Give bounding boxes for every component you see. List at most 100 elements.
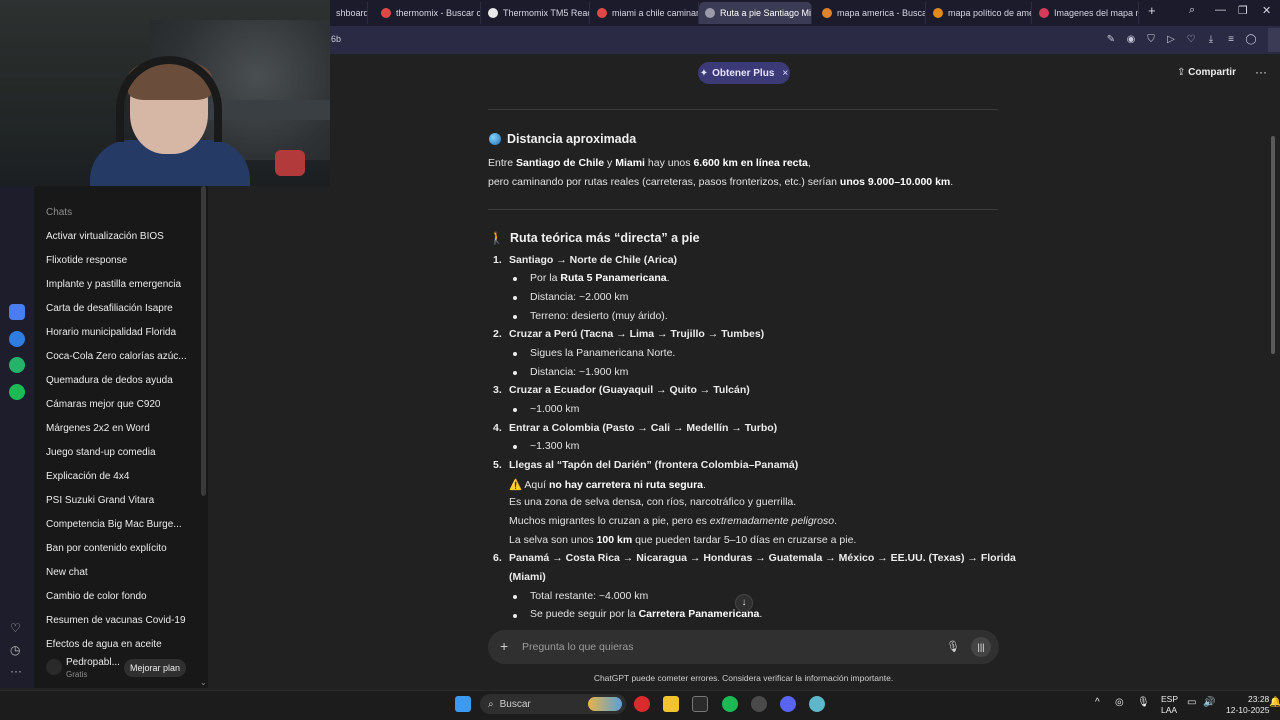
- minimize-icon[interactable]: —: [1215, 4, 1226, 16]
- get-plus-button[interactable]: ✦ Obtener Plus ×: [698, 62, 790, 84]
- attach-plus-icon[interactable]: +: [500, 638, 508, 654]
- tray-icon[interactable]: ◎: [1115, 697, 1124, 708]
- sidebar-chat-item[interactable]: Coca-Cola Zero calorías azúc...: [46, 351, 196, 362]
- more-icon[interactable]: ···: [10, 664, 22, 678]
- tab-dashboard[interactable]: shboard: [330, 2, 368, 24]
- sidebar-chat-item[interactable]: Cambio de color fondo: [46, 591, 196, 602]
- maximize-icon[interactable]: ❐: [1238, 4, 1248, 17]
- play-icon[interactable]: ▷: [1165, 34, 1177, 46]
- tab-label: mapa político de améric: [948, 8, 1031, 18]
- tab-miami-chile[interactable]: miami a chile caminand: [591, 2, 699, 24]
- bullet: [513, 614, 517, 618]
- sidebar-chat-item[interactable]: Competencia Big Mac Burge...: [46, 519, 196, 530]
- bullet: [513, 352, 517, 356]
- list-item-heading: Cruzar a Ecuador (Guayaquil → Quito → Tu…: [509, 384, 750, 396]
- sidebar-chat-item[interactable]: Carta de desafiliación Isapre: [46, 303, 196, 314]
- sidebar-chat-item[interactable]: PSI Suzuki Grand Vitara: [46, 495, 196, 506]
- app-icon[interactable]: [809, 696, 825, 712]
- chevron-up-icon[interactable]: ^: [1095, 697, 1100, 708]
- bullet: [513, 371, 517, 375]
- spotify-icon[interactable]: [9, 384, 25, 400]
- discord-icon[interactable]: [780, 696, 796, 712]
- language-indicator-sub[interactable]: LAA: [1161, 705, 1177, 715]
- share-button[interactable]: ⇪ Compartir: [1177, 67, 1236, 78]
- sidebar-chat-item[interactable]: Implante y pastilla emergencia: [46, 279, 196, 290]
- shield-icon[interactable]: ⛉: [1145, 34, 1157, 46]
- sidebar-chat-item[interactable]: Activar virtualización BIOS: [46, 231, 196, 242]
- voice-mode-icon[interactable]: |||: [971, 637, 991, 657]
- tab-mapa-america[interactable]: mapa america - Buscar c: [816, 2, 926, 24]
- avatar[interactable]: [46, 659, 62, 675]
- list-number: 3.: [493, 384, 502, 396]
- steam-icon[interactable]: [751, 696, 767, 712]
- more-options-button[interactable]: ···: [1255, 65, 1267, 79]
- new-tab-button[interactable]: +: [1148, 3, 1156, 18]
- globe-icon: [489, 133, 501, 145]
- sidebar-chat-item[interactable]: Cámaras mejor que C920: [46, 399, 196, 410]
- close-icon[interactable]: ✕: [1262, 4, 1271, 17]
- clock-time[interactable]: 23:28: [1248, 694, 1269, 704]
- taskbar-search[interactable]: ⌕ Buscar: [480, 694, 626, 714]
- microphone-icon[interactable]: 🎙: [1137, 697, 1150, 708]
- app-icon[interactable]: [9, 304, 25, 320]
- close-plus-icon[interactable]: ×: [782, 68, 788, 79]
- notification-icon[interactable]: 🔔: [1269, 697, 1280, 708]
- webcam-overlay: [0, 0, 330, 186]
- search-tabs-icon[interactable]: ⌕: [1189, 4, 1195, 17]
- edit-icon[interactable]: ✎: [1105, 34, 1117, 46]
- paragraph: Muchos migrantes lo cruzan a pie, pero e…: [509, 515, 838, 527]
- history-icon[interactable]: ◷: [10, 643, 20, 657]
- tab-label: Thermomix TM5 Reacon: [503, 8, 589, 18]
- message-input[interactable]: [522, 638, 922, 656]
- tab-thermomix-search[interactable]: thermomix - Buscar con: [375, 2, 481, 24]
- whatsapp-icon[interactable]: [9, 357, 25, 373]
- list-item-heading: Cruzar a Perú (Tacna → Lima → Trujillo →…: [509, 328, 765, 340]
- spotify-icon[interactable]: [722, 696, 738, 712]
- windows-start-icon[interactable]: [455, 696, 471, 712]
- opera-icon[interactable]: [634, 696, 650, 712]
- download-icon[interactable]: ⤓: [1205, 34, 1217, 46]
- message-composer[interactable]: + 🎙 |||: [488, 630, 999, 664]
- sidebar-chat-item[interactable]: Márgenes 2x2 en Word: [46, 423, 196, 434]
- epic-games-icon[interactable]: [692, 696, 708, 712]
- tab-label: Imagenes del mapa mu: [1054, 8, 1139, 18]
- tab-imagenes-mapa[interactable]: Imagenes del mapa mu: [1033, 2, 1139, 24]
- monitor-icon[interactable]: ▭: [1187, 697, 1196, 708]
- main-scrollbar[interactable]: [1271, 136, 1275, 354]
- profile-icon[interactable]: ◯: [1245, 34, 1257, 46]
- tab-mapa-politico[interactable]: mapa político de améric: [927, 2, 1032, 24]
- list-item: Terreno: desierto (muy árido).: [530, 310, 668, 322]
- heart-icon[interactable]: ♡: [1185, 34, 1197, 46]
- menu-icon[interactable]: ≡: [1225, 34, 1237, 46]
- sidebar-chat-item[interactable]: Efectos de agua en aceite: [46, 639, 196, 650]
- sidebar-chat-item[interactable]: Explicación de 4x4: [46, 471, 196, 482]
- sidebar-chat-item[interactable]: Ban por contenido explícito: [46, 543, 196, 554]
- language-indicator[interactable]: ESP: [1161, 694, 1178, 704]
- sidebar-chat-item[interactable]: Quemadura de dedos ayuda: [46, 375, 196, 386]
- heart-icon[interactable]: ♡: [10, 621, 21, 635]
- bullet: [513, 595, 517, 599]
- scroll-down-arrow-icon[interactable]: ⌄: [200, 678, 207, 687]
- sidebar-chat-item[interactable]: Resumen de vacunas Covid-19: [46, 615, 196, 626]
- sidebar-toggle[interactable]: [1268, 28, 1280, 52]
- camera-icon[interactable]: ◉: [1125, 34, 1137, 46]
- scroll-to-bottom-button[interactable]: ↓: [735, 594, 753, 612]
- list-item-heading: Llegas al “Tapón del Darién” (frontera C…: [509, 459, 799, 471]
- tab-ruta-a-pie[interactable]: Ruta a pie Santiago Miami: [699, 2, 812, 24]
- user-name[interactable]: Pedropabl...: [66, 657, 120, 668]
- messenger-icon[interactable]: [9, 331, 25, 347]
- walking-person-icon: 🚶: [489, 231, 504, 245]
- sidebar-chat-item[interactable]: Flixotide response: [46, 255, 196, 266]
- tab-thermomix-tm5[interactable]: Thermomix TM5 Reacon: [482, 2, 590, 24]
- chats-section-label: Chats: [46, 207, 73, 218]
- file-explorer-icon[interactable]: [663, 696, 679, 712]
- sidebar-chat-item[interactable]: New chat: [46, 567, 196, 578]
- sidebar-chat-item[interactable]: Juego stand-up comedia: [46, 447, 196, 458]
- section-heading-route: 🚶 Ruta teórica más “directa” a pie: [489, 231, 700, 245]
- clock-date[interactable]: 12-10-2025: [1226, 705, 1269, 715]
- volume-icon[interactable]: 🔊: [1203, 697, 1215, 708]
- upgrade-plan-button[interactable]: Mejorar plan: [124, 659, 186, 677]
- sidebar-chat-item[interactable]: Horario municipalidad Florida: [46, 327, 196, 338]
- microphone-icon[interactable]: 🎙: [946, 640, 960, 653]
- sidebar-scrollbar[interactable]: [201, 186, 206, 496]
